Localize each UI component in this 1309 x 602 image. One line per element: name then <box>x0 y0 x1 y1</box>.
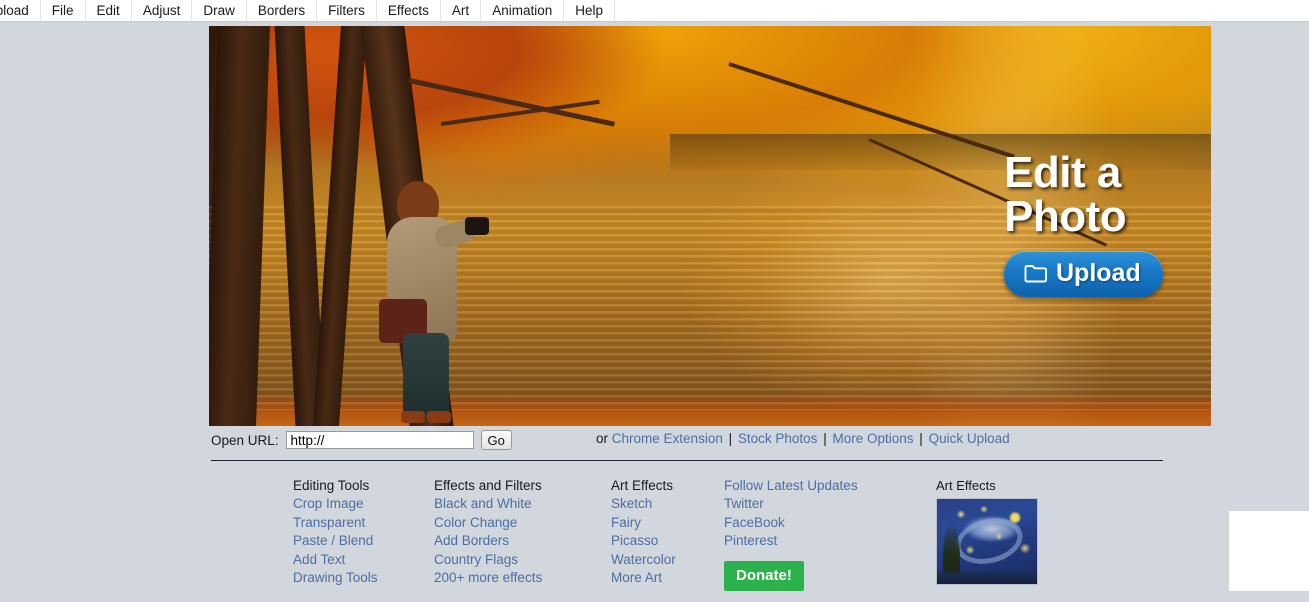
link-stock-photos[interactable]: Stock Photos <box>738 431 818 446</box>
figure-legs <box>403 333 449 415</box>
menu-item-help[interactable]: Help <box>564 0 615 21</box>
open-url-row: Open URL: Go <box>211 430 512 450</box>
link-separator: | <box>728 431 733 446</box>
url-input[interactable] <box>285 431 474 449</box>
footer-link-sketch[interactable]: Sketch <box>611 495 724 513</box>
footer-link-paste-blend[interactable]: Paste / Blend <box>293 532 434 550</box>
menu-item-label: Effects <box>387 3 429 18</box>
footer-link-drawing-tools[interactable]: Drawing Tools <box>293 569 434 587</box>
or-label: or <box>596 431 609 446</box>
link-separator: | <box>919 431 923 446</box>
footer-link-more-effects[interactable]: 200+ more effects <box>434 569 611 587</box>
art-effects-title: Art Effects <box>936 478 996 493</box>
footer-link-twitter[interactable]: Twitter <box>724 495 884 513</box>
figure-shoe <box>427 411 451 423</box>
footer-column-heading: Editing Tools <box>293 478 370 493</box>
link-more-options[interactable]: More Options <box>832 431 913 446</box>
horizontal-divider <box>211 460 1163 461</box>
menu-item-edit[interactable]: Edit <box>85 0 132 21</box>
footer-link-watercolor[interactable]: Watercolor <box>611 551 724 569</box>
footer-link-add-borders[interactable]: Add Borders <box>434 532 611 550</box>
menu-item-label: Help <box>575 3 603 18</box>
menu-item-label: Animation <box>492 3 553 18</box>
footer-link-fairy[interactable]: Fairy <box>611 514 724 532</box>
menu-item-upload[interactable]: Upload <box>0 0 41 21</box>
footer-link-picasso[interactable]: Picasso <box>611 532 724 550</box>
open-url-label: Open URL: <box>211 432 279 448</box>
footer-links: Editing Tools Crop Image Transparent Pas… <box>293 477 884 591</box>
footer-link-add-text[interactable]: Add Text <box>293 551 434 569</box>
footer-link-transparent[interactable]: Transparent <box>293 514 434 532</box>
hero-overlay: Edit a Photo Upload <box>1004 148 1204 298</box>
upload-button-label: Upload <box>1056 259 1141 288</box>
menu-item-effects[interactable]: Effects <box>376 0 441 21</box>
menu-item-label: Edit <box>96 3 120 18</box>
menu-item-label: Borders <box>257 3 306 18</box>
footer-column-follow: Follow Latest Updates Twitter FaceBook P… <box>724 477 884 591</box>
starry-night-thumbnail[interactable] <box>936 498 1038 585</box>
menu-item-borders[interactable]: Borders <box>246 0 318 21</box>
swirl-shape <box>950 511 1028 571</box>
footer-link-color-change[interactable]: Color Change <box>434 514 611 532</box>
menu-item-art[interactable]: Art <box>440 0 482 21</box>
footer-column-art-effects: Art Effects Sketch Fairy Picasso Waterco… <box>611 477 724 587</box>
footer-link-crop-image[interactable]: Crop Image <box>293 495 434 513</box>
footer-link-black-and-white[interactable]: Black and White <box>434 495 611 513</box>
link-quick-upload[interactable]: Quick Upload <box>929 431 1010 446</box>
hero-headline-line2: Photo <box>1004 191 1127 241</box>
go-button[interactable]: Go <box>480 430 512 450</box>
menu-bar: Upload File Edit Adjust Draw Borders Fil… <box>0 0 1309 22</box>
menu-item-label: Draw <box>203 3 235 18</box>
camera-icon <box>465 217 489 235</box>
menu-item-draw[interactable]: Draw <box>192 0 247 21</box>
footer-column-effects-and-filters: Effects and Filters Black and White Colo… <box>434 477 611 587</box>
link-chrome-extension[interactable]: Chrome Extension <box>612 431 723 446</box>
footer-column-editing-tools: Editing Tools Crop Image Transparent Pas… <box>293 477 434 587</box>
hero-headline-line1: Edit a <box>1004 148 1121 197</box>
menu-item-filters[interactable]: Filters <box>317 0 377 21</box>
menu-item-label: Upload <box>0 3 29 18</box>
hero-photo-banner: Edit a Photo Upload <box>209 26 1211 426</box>
menu-item-animation[interactable]: Animation <box>481 0 565 21</box>
folder-icon <box>1024 264 1047 283</box>
donate-button[interactable]: Donate! <box>724 560 804 591</box>
menu-item-label: Filters <box>328 3 365 18</box>
footer-link-country-flags[interactable]: Country Flags <box>434 551 611 569</box>
menu-item-label: Art <box>451 3 470 18</box>
footer-link-pinterest[interactable]: Pinterest <box>724 532 884 550</box>
footer-column-heading: Art Effects <box>611 478 674 493</box>
village-shape <box>937 568 1037 584</box>
figure-shoe <box>401 411 425 423</box>
menu-item-adjust[interactable]: Adjust <box>131 0 193 21</box>
footer-column-heading: Effects and Filters <box>434 478 542 493</box>
footer-link-facebook[interactable]: FaceBook <box>724 514 884 532</box>
quick-links: or Chrome Extension | Stock Photos | Mor… <box>596 431 1010 446</box>
footer-column-heading-follow[interactable]: Follow Latest Updates <box>724 477 884 495</box>
photographer-figure <box>379 181 489 426</box>
menu-item-file[interactable]: File <box>40 0 86 21</box>
menu-item-label: Adjust <box>142 3 181 18</box>
art-effects-panel: Art Effects <box>936 478 1038 585</box>
ad-placeholder <box>1229 511 1309 591</box>
link-separator: | <box>823 431 827 446</box>
upload-button[interactable]: Upload <box>1004 251 1163 298</box>
menu-item-label: File <box>51 3 74 18</box>
footer-link-more-art[interactable]: More Art <box>611 569 724 587</box>
